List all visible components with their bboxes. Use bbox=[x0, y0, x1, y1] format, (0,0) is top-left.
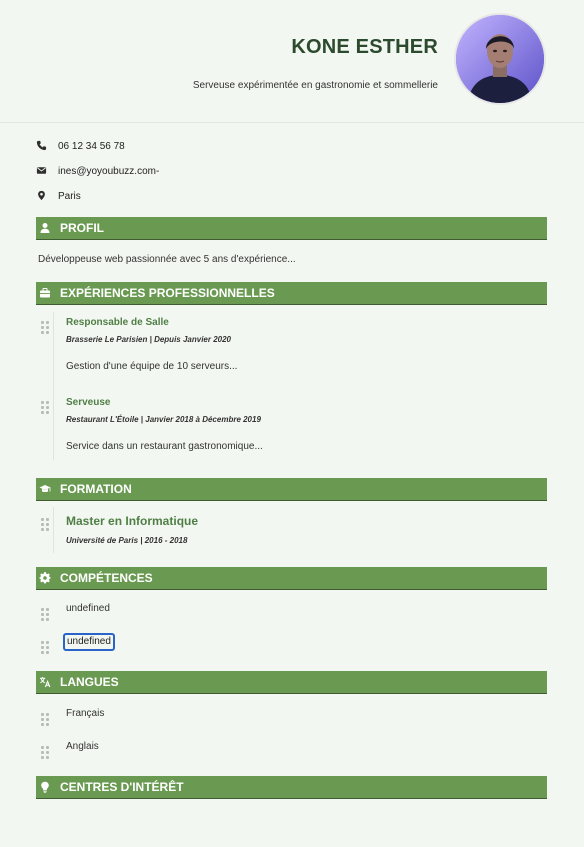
education-meta[interactable]: Université de Paris | 2016 - 2018 bbox=[66, 536, 187, 545]
graduation-cap-icon bbox=[38, 482, 52, 496]
language-item[interactable]: Anglais bbox=[66, 741, 99, 752]
briefcase-icon bbox=[38, 286, 52, 300]
drag-handle-icon[interactable] bbox=[41, 746, 49, 759]
section-header-profile: PROFIL bbox=[36, 217, 547, 240]
lightbulb-icon bbox=[38, 780, 52, 794]
section-header-interests: CENTRES D'INTÉRÊT bbox=[36, 776, 547, 799]
section-header-skills: COMPÉTENCES bbox=[36, 567, 547, 590]
drag-handle-icon[interactable] bbox=[41, 518, 49, 531]
profile-summary[interactable]: Développeuse web passionnée avec 5 ans d… bbox=[38, 254, 296, 265]
contact-phone: 06 12 34 56 78 bbox=[36, 139, 125, 153]
drag-handle-icon[interactable] bbox=[41, 321, 49, 334]
section-title-interests[interactable]: CENTRES D'INTÉRÊT bbox=[60, 780, 184, 794]
user-icon bbox=[38, 221, 52, 235]
contact-location: Paris bbox=[36, 189, 81, 203]
envelope-icon bbox=[36, 165, 48, 177]
skill-item[interactable]: undefined bbox=[66, 603, 110, 614]
section-title-experience[interactable]: EXPÉRIENCES PROFESSIONNELLES bbox=[60, 286, 275, 300]
drag-handle-icon[interactable] bbox=[41, 401, 49, 414]
candidate-name[interactable]: KONE ESTHER bbox=[291, 36, 438, 59]
section-title-skills[interactable]: COMPÉTENCES bbox=[60, 571, 153, 585]
skill-item-editing[interactable]: undefined bbox=[63, 633, 115, 651]
contact-email: ines@yoyoubuzz.com- bbox=[36, 164, 159, 178]
education-degree[interactable]: Master en Informatique bbox=[66, 514, 198, 528]
experience-timeline bbox=[53, 312, 54, 460]
location-text[interactable]: Paris bbox=[58, 191, 81, 202]
section-header-languages: LANGUES bbox=[36, 671, 547, 694]
language-item[interactable]: Français bbox=[66, 708, 104, 719]
section-header-experience: EXPÉRIENCES PROFESSIONNELLES bbox=[36, 282, 547, 305]
email-address[interactable]: ines@yoyoubuzz.com- bbox=[58, 166, 159, 177]
experience-meta[interactable]: Restaurant L'Étoile | Janvier 2018 à Déc… bbox=[66, 415, 261, 424]
resume-page: KONE ESTHER Serveuse expérimentée en gas… bbox=[0, 0, 584, 847]
section-title-languages[interactable]: LANGUES bbox=[60, 675, 119, 689]
gear-icon bbox=[38, 571, 52, 585]
drag-handle-icon[interactable] bbox=[41, 608, 49, 621]
phone-number[interactable]: 06 12 34 56 78 bbox=[58, 141, 125, 152]
portrait-image bbox=[456, 15, 544, 103]
experience-description[interactable]: Gestion d'une équipe de 10 serveurs... bbox=[66, 361, 237, 372]
translate-icon bbox=[38, 675, 52, 689]
section-title-profile[interactable]: PROFIL bbox=[60, 221, 104, 235]
experience-meta[interactable]: Brasserie Le Parisien | Depuis Janvier 2… bbox=[66, 335, 231, 344]
experience-role[interactable]: Serveuse bbox=[66, 397, 110, 408]
education-timeline bbox=[53, 507, 54, 553]
phone-icon bbox=[36, 140, 48, 152]
experience-role[interactable]: Responsable de Salle bbox=[66, 317, 169, 328]
map-pin-icon bbox=[36, 190, 48, 202]
drag-handle-icon[interactable] bbox=[41, 713, 49, 726]
drag-handle-icon[interactable] bbox=[41, 641, 49, 654]
section-title-education[interactable]: FORMATION bbox=[60, 482, 132, 496]
resume-header: KONE ESTHER Serveuse expérimentée en gas… bbox=[0, 0, 584, 123]
experience-description[interactable]: Service dans un restaurant gastronomique… bbox=[66, 441, 263, 452]
section-header-education: FORMATION bbox=[36, 478, 547, 501]
candidate-tagline[interactable]: Serveuse expérimentée en gastronomie et … bbox=[193, 80, 438, 91]
profile-photo[interactable] bbox=[454, 13, 546, 105]
